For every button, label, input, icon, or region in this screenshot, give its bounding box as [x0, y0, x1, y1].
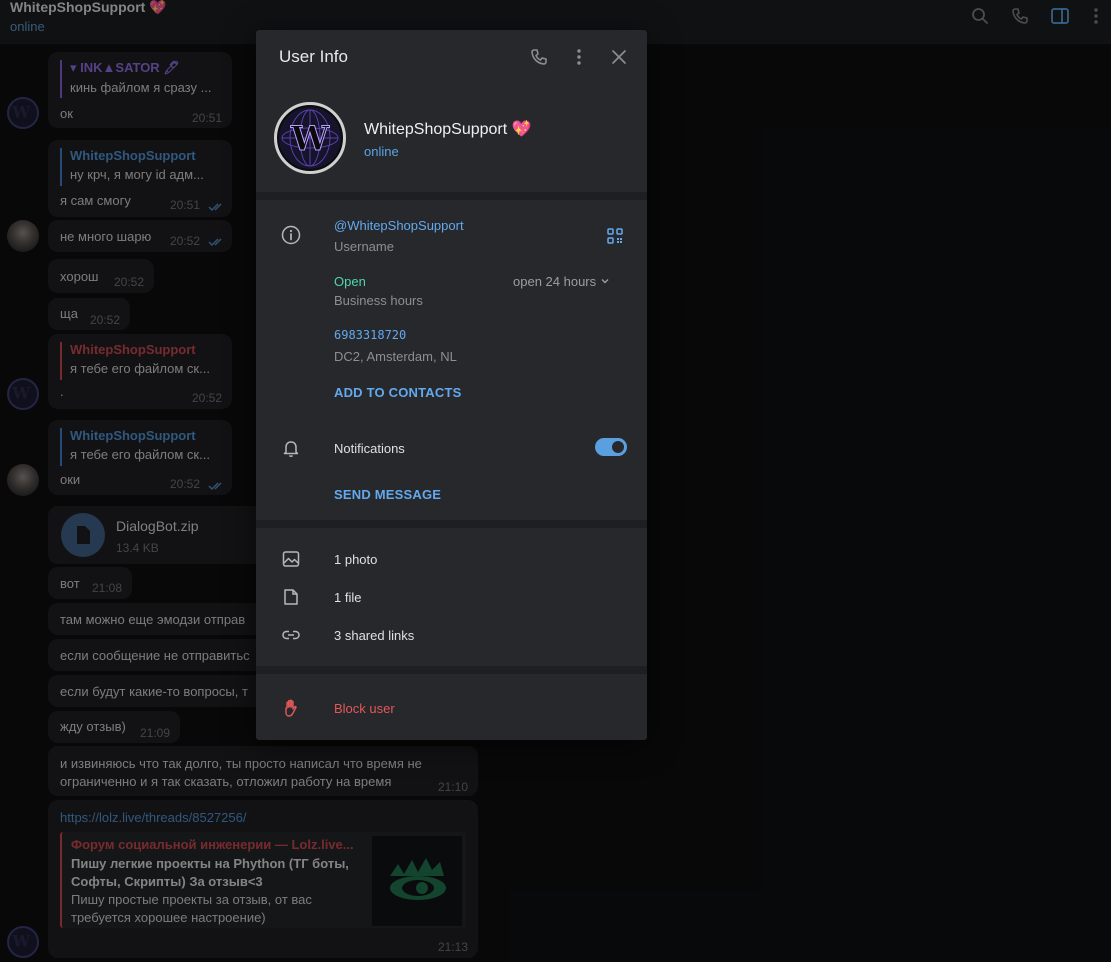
photo-icon: [282, 551, 300, 567]
business-hours-value: open 24 hours: [513, 274, 597, 289]
shared-links-link[interactable]: 3 shared links: [334, 628, 414, 643]
business-hours-label: Business hours: [334, 293, 423, 308]
username-label: Username: [334, 239, 394, 254]
section-divider: [256, 192, 647, 200]
datacenter-label: DC2, Amsterdam, NL: [334, 349, 457, 364]
panel-title: User Info: [279, 47, 348, 66]
business-status: Open: [334, 274, 366, 289]
send-message-button[interactable]: SEND MESSAGE: [334, 487, 441, 502]
toggle-knob: [612, 441, 624, 453]
chevron-down-icon: [601, 279, 609, 284]
files-link[interactable]: 1 file: [334, 590, 361, 605]
profile-status: online: [364, 144, 399, 159]
info-icon: [281, 225, 301, 245]
add-to-contacts-button[interactable]: ADD TO CONTACTS: [334, 385, 461, 400]
business-hours-dropdown[interactable]: open 24 hours: [513, 274, 610, 289]
username-value[interactable]: @WhitepShopSupport: [334, 218, 464, 233]
notifications-toggle[interactable]: [595, 438, 627, 456]
profile-name: WhitepShopSupport 💖: [364, 121, 532, 138]
svg-text:W: W: [290, 119, 330, 159]
bell-icon: [283, 441, 299, 457]
block-hand-icon: [285, 699, 297, 717]
close-icon[interactable]: [609, 47, 629, 67]
user-info-panel: User Info W WhitepShopSupport 💖 online @…: [256, 30, 647, 740]
profile-photo[interactable]: W: [274, 102, 346, 174]
notifications-label: Notifications: [334, 441, 405, 456]
section-divider: [256, 666, 647, 674]
block-user-button[interactable]: Block user: [334, 701, 395, 716]
file-icon: [284, 589, 298, 605]
section-divider: [256, 520, 647, 528]
user-id[interactable]: 6983318720: [334, 328, 406, 342]
link-icon: [282, 630, 300, 640]
more-icon[interactable]: [569, 47, 589, 67]
qr-code-icon[interactable]: [605, 226, 625, 246]
phone-icon[interactable]: [529, 47, 549, 67]
photos-link[interactable]: 1 photo: [334, 552, 377, 567]
